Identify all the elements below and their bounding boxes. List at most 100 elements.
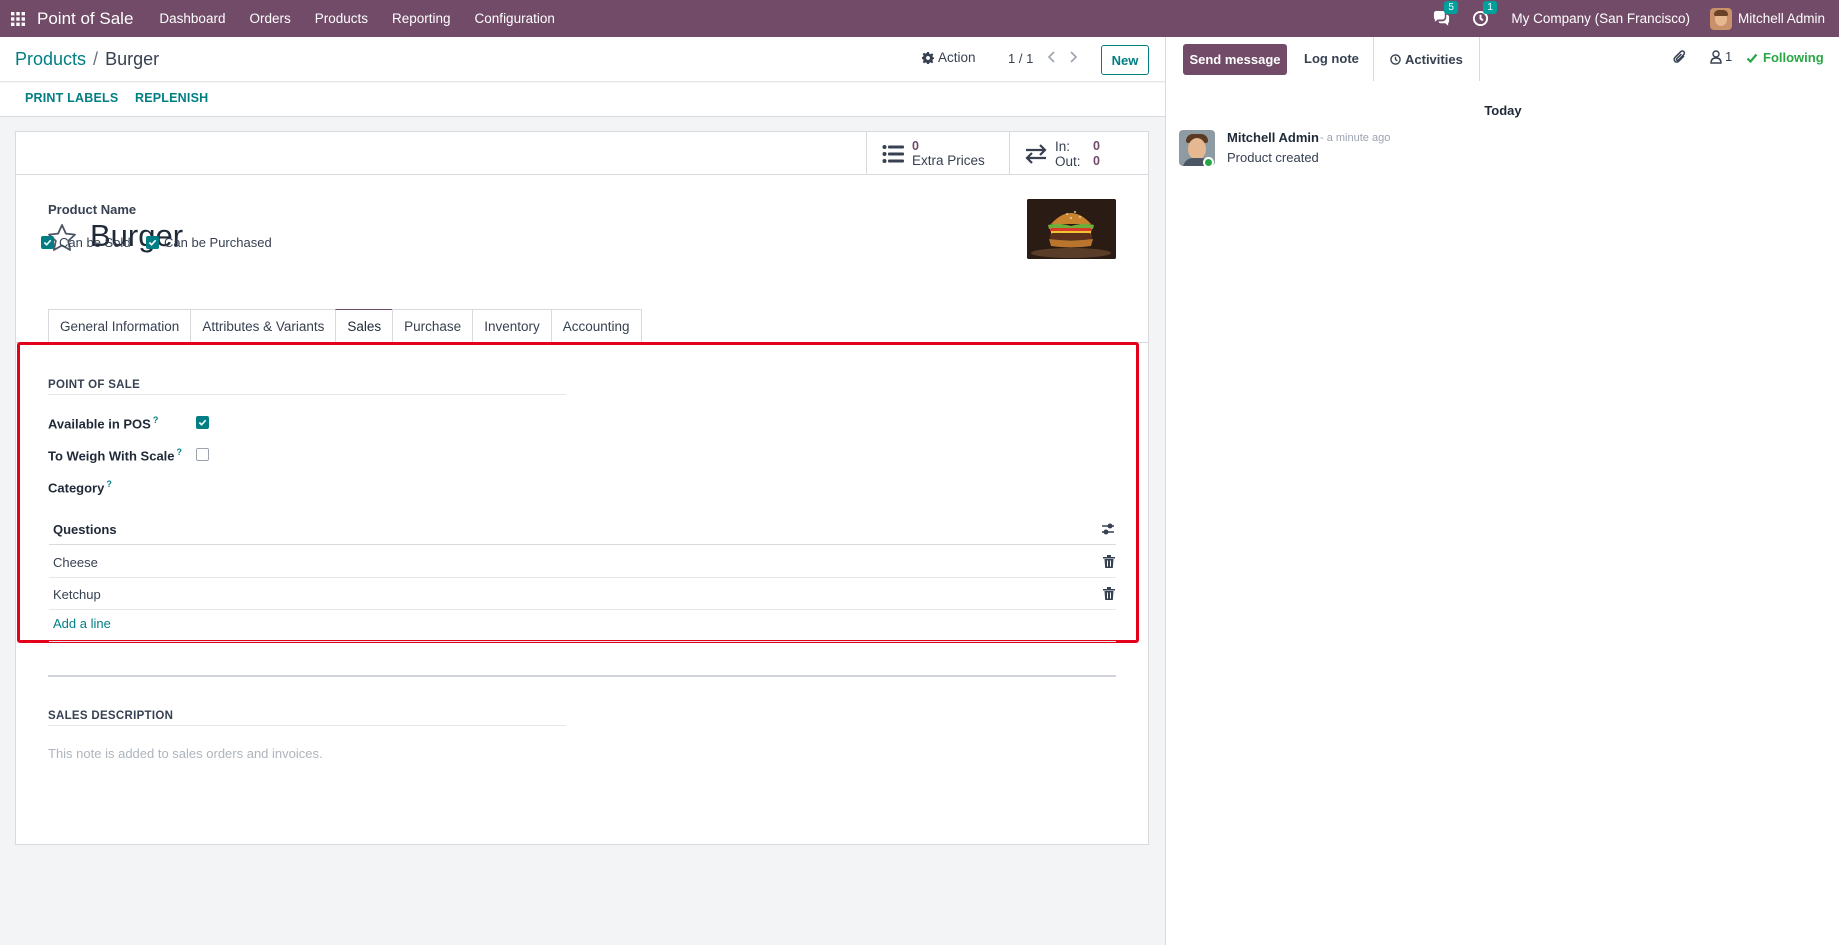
pos-section-rule [48,394,566,395]
tab-general-information[interactable]: General Information [48,309,191,343]
main-menu: Dashboard Orders Products Reporting Conf… [147,0,566,37]
send-message-button[interactable]: Send message [1183,44,1287,75]
menu-reporting[interactable]: Reporting [380,0,463,37]
add-line-rule [49,641,1116,642]
to-weigh-checkbox[interactable] [196,448,209,461]
help-icon[interactable]: ? [106,479,112,489]
list-icon [882,144,904,163]
can-be-purchased-label: Can be Purchased [164,235,272,250]
section-divider [48,675,1116,677]
clock-icon [1390,53,1401,65]
pager-value[interactable]: 1 / 1 [1008,51,1033,66]
user-name: Mitchell Admin [1737,11,1825,26]
print-labels-button[interactable]: PRINT LABELS [25,91,118,105]
activities-label: Activities [1405,51,1463,67]
in-value: 0 [1093,138,1100,153]
question-ketchup: Ketchup [53,587,101,602]
chevron-right-icon[interactable] [1066,49,1080,65]
action-label: Action [938,50,976,65]
smart-button-box: 0 Extra Prices In: 0 Out: 0 [16,132,1148,175]
extra-prices-button[interactable]: 0 Extra Prices [866,132,1009,175]
table-row[interactable]: Ketchup [49,578,1116,610]
followers-button[interactable]: 1 [1710,49,1732,64]
can-be-purchased-checkbox[interactable] [146,236,159,249]
user-avatar [1709,7,1732,30]
new-button[interactable]: New [1101,45,1149,75]
user-menu[interactable]: Mitchell Admin [1709,7,1825,30]
activities-badge: 1 [1483,1,1497,14]
add-line-link[interactable]: Add a line [53,616,111,631]
followers-count: 1 [1725,49,1733,64]
product-name-label: Product Name [48,202,137,217]
trash-icon[interactable] [1103,587,1115,600]
tab-inventory[interactable]: Inventory [472,309,551,343]
tab-attributes-variants[interactable]: Attributes & Variants [190,309,336,343]
can-be-sold-label: Can be Sold [59,235,131,250]
tab-accounting[interactable]: Accounting [550,309,642,343]
app-brand[interactable]: Point of Sale [37,9,133,29]
burger-image [1027,199,1116,259]
company-switcher[interactable]: My Company (San Francisco) [1511,11,1690,26]
breadcrumb-products[interactable]: Products [15,49,86,70]
messaging-menu[interactable]: 5 [1433,1,1458,27]
following-label: Following [1763,50,1824,65]
sales-description-title: SALES DESCRIPTION [48,710,174,722]
action-menu-button[interactable]: Action [922,50,976,65]
menu-products[interactable]: Products [303,0,380,37]
breadcrumb: Products / Burger [15,49,159,70]
category-label: Category? [48,479,112,496]
notebook-tabs: General Information Attributes & Variant… [48,309,642,343]
sales-description-rule [48,725,566,726]
questions-column-header: Questions [53,522,117,537]
extra-prices-label: Extra Prices [912,153,985,168]
breadcrumb-current: Burger [105,48,160,69]
chatter-panel: Send message Log note Activities 1 Follo… [1165,37,1839,945]
can-be-sold-checkbox[interactable] [41,236,54,249]
activity-menu[interactable]: 1 [1472,1,1497,27]
navbar-systray: 5 1 My Company (San Francisco) Mitchell … [1433,0,1839,37]
control-panel: Products / Burger Action 1 / 1 New [0,37,1165,82]
online-status-dot [1203,157,1214,168]
tab-sales[interactable]: Sales [335,309,393,343]
out-value: 0 [1093,153,1100,168]
sales-description-input[interactable]: This note is added to sales orders and i… [48,746,323,761]
message-author[interactable]: Mitchell Admin [1227,130,1319,145]
form-sheet: 0 Extra Prices In: 0 Out: 0 Product Name… [15,131,1149,845]
menu-orders[interactable]: Orders [237,0,302,37]
in-out-button[interactable]: In: 0 Out: 0 [1009,132,1149,175]
chevron-left-icon[interactable] [1045,49,1059,65]
message-body: Product created [1227,150,1319,165]
gear-icon [922,51,934,64]
message-time: - a minute ago [1320,132,1391,144]
log-note-button[interactable]: Log note [1304,51,1359,66]
product-image[interactable] [1027,199,1116,259]
available-in-pos-checkbox[interactable] [196,416,209,429]
following-button[interactable]: Following [1746,50,1824,65]
sliders-icon[interactable] [1101,522,1115,536]
extra-prices-count: 0 [912,139,919,153]
table-row[interactable]: Cheese [49,546,1116,578]
replenish-button[interactable]: REPLENISH [135,91,208,105]
menu-dashboard[interactable]: Dashboard [147,0,237,37]
paperclip-icon [1673,50,1686,63]
help-icon[interactable]: ? [153,415,159,425]
user-icon [1710,49,1722,64]
check-icon [1746,53,1758,63]
help-icon[interactable]: ? [177,447,183,457]
form-statusbar: PRINT LABELS REPLENISH [0,83,1165,117]
activities-button[interactable]: Activities [1373,37,1480,81]
trash-icon[interactable] [1103,555,1115,568]
questions-header: Questions [49,513,1116,545]
available-in-pos-label: Available in POS? [48,415,159,432]
question-cheese: Cheese [53,555,98,570]
menu-configuration[interactable]: Configuration [463,0,567,37]
date-separator: Today [1484,103,1522,118]
app-grid-icon[interactable] [0,0,36,37]
tab-purchase[interactable]: Purchase [392,309,473,343]
in-label: In: [1055,138,1071,154]
out-label: Out: [1055,153,1081,169]
top-navbar: Point of Sale Dashboard Orders Products … [0,0,1839,37]
pos-section-title: POINT OF SALE [48,379,141,391]
attachments-button[interactable] [1673,49,1687,65]
exchange-arrows-icon [1025,143,1047,164]
